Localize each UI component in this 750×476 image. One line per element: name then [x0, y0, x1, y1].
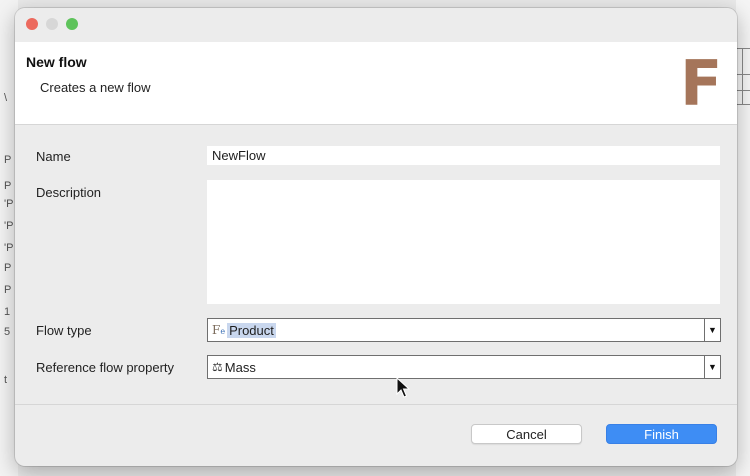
bg-fragment: 'P	[4, 220, 14, 232]
window-titlebar[interactable]	[15, 8, 737, 42]
scale-icon: ⚖	[212, 360, 223, 374]
dialog-title: New flow	[26, 54, 87, 70]
footer-divider	[15, 404, 737, 405]
product-flow-icon: Fe	[212, 323, 226, 337]
minimize-window-button	[46, 18, 58, 30]
bg-fragment: 'P	[4, 242, 14, 254]
reference-selected-text: Mass	[224, 359, 256, 375]
flow-type-selected-text: Product	[227, 322, 276, 338]
flow-type-value: Fe Product	[212, 322, 276, 338]
description-textarea[interactable]	[207, 180, 720, 304]
bg-fragment: P	[4, 284, 12, 296]
finish-button[interactable]: Finish	[606, 424, 717, 444]
bg-fragment: t	[4, 374, 8, 386]
reference-flow-property-label: Reference flow property	[36, 360, 175, 375]
description-label: Description	[36, 185, 102, 200]
bg-fragment: P	[4, 262, 12, 274]
bg-fragment: 5	[4, 326, 11, 338]
zoom-window-button[interactable]	[66, 18, 78, 30]
bg-divider	[742, 48, 743, 104]
reference-flow-property-dropdown[interactable]: ⚖ Mass ▼	[207, 355, 721, 379]
bg-fragment: 'P	[4, 198, 14, 210]
name-input[interactable]	[207, 146, 720, 165]
flow-type-dropdown[interactable]: Fe Product ▼	[207, 318, 721, 342]
flow-form: Name Description Flow type Fe Product ▼ …	[15, 125, 737, 405]
name-label: Name	[36, 149, 71, 164]
flow-logo-icon: F	[680, 47, 723, 120]
new-flow-dialog: New flow Creates a new flow F Name Descr…	[15, 8, 737, 466]
bg-divider	[736, 90, 750, 91]
chevron-down-icon[interactable]: ▼	[704, 356, 720, 378]
bg-divider	[736, 74, 750, 75]
bg-fragment: 1	[4, 306, 11, 318]
chevron-down-icon[interactable]: ▼	[704, 319, 720, 341]
bg-fragment: P	[4, 154, 12, 166]
flow-type-label: Flow type	[36, 323, 92, 338]
reference-flow-property-value: ⚖ Mass	[212, 359, 256, 375]
bg-fragment: \	[4, 92, 8, 104]
dialog-description: Creates a new flow	[40, 80, 151, 95]
bg-divider	[736, 104, 750, 105]
bg-fragment: P	[4, 180, 12, 192]
bg-divider	[736, 48, 750, 49]
cancel-button[interactable]: Cancel	[471, 424, 582, 444]
wizard-header: New flow Creates a new flow F	[15, 42, 737, 125]
background-app-right	[736, 0, 750, 476]
close-window-button[interactable]	[26, 18, 38, 30]
mouse-pointer-icon	[396, 377, 410, 398]
